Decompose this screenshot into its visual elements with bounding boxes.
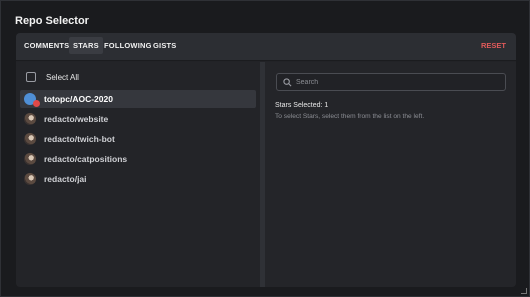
search-input[interactable] bbox=[296, 78, 496, 86]
resize-handle[interactable] bbox=[521, 288, 527, 294]
repo-item[interactable]: redacto/jai bbox=[20, 170, 256, 188]
repo-name: totopc/AOC-2020 bbox=[44, 94, 113, 104]
select-all-row[interactable]: Select All bbox=[26, 72, 79, 82]
repo-name: redacto/website bbox=[44, 114, 109, 124]
repo-item[interactable]: redacto/catpositions bbox=[20, 150, 256, 168]
repo-list-pane: Select All totopc/AOC-2020 redacto/websi… bbox=[16, 62, 260, 287]
repo-item[interactable]: redacto/twich-bot bbox=[20, 130, 256, 148]
select-all-checkbox[interactable] bbox=[26, 72, 36, 82]
org-avatar-icon bbox=[24, 93, 40, 107]
selection-hint: To select Stars, select them from the li… bbox=[275, 113, 425, 120]
search-icon bbox=[283, 77, 292, 86]
user-avatar-icon bbox=[24, 153, 36, 165]
window-title: Repo Selector bbox=[15, 15, 89, 27]
tab-stars[interactable]: STARS bbox=[69, 37, 103, 54]
tab-following[interactable]: FOLLOWING bbox=[104, 41, 152, 50]
select-all-label: Select All bbox=[46, 72, 79, 82]
repo-selector-window: Repo Selector COMMENTS STARS FOLLOWING G… bbox=[0, 0, 530, 297]
tab-bar: COMMENTS STARS FOLLOWING GISTS RESET bbox=[16, 33, 516, 61]
user-avatar-icon bbox=[24, 133, 36, 145]
selection-pane: Stars Selected: 1 To select Stars, selec… bbox=[265, 62, 516, 287]
repo-name: redacto/catpositions bbox=[44, 154, 128, 164]
tab-comments[interactable]: COMMENTS bbox=[24, 41, 69, 50]
repo-name: redacto/jai bbox=[44, 174, 87, 184]
repo-name: redacto/twich-bot bbox=[44, 134, 115, 144]
stars-selected-count: Stars Selected: 1 bbox=[275, 102, 329, 109]
repo-item[interactable]: totopc/AOC-2020 bbox=[20, 90, 256, 108]
selector-panel: COMMENTS STARS FOLLOWING GISTS RESET Sel… bbox=[16, 33, 516, 287]
user-avatar-icon bbox=[24, 173, 36, 185]
reset-button[interactable]: RESET bbox=[481, 41, 506, 50]
search-box[interactable] bbox=[276, 73, 506, 91]
tab-gists[interactable]: GISTS bbox=[153, 41, 177, 50]
user-avatar-icon bbox=[24, 113, 36, 125]
repo-item[interactable]: redacto/website bbox=[20, 110, 256, 128]
